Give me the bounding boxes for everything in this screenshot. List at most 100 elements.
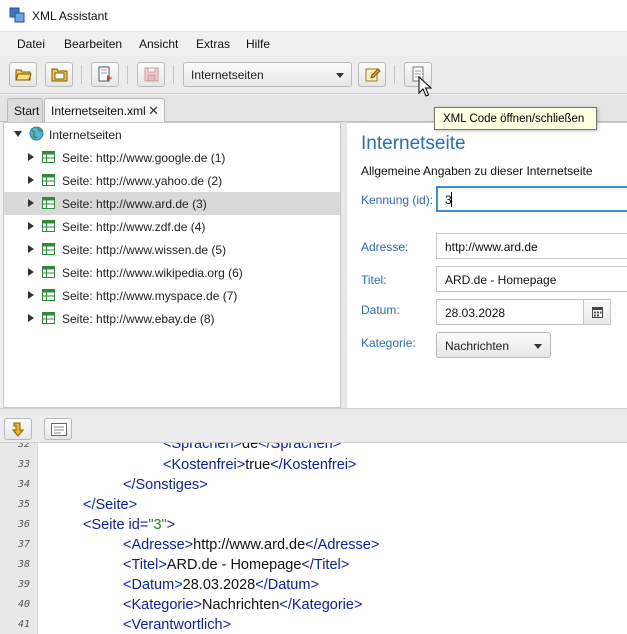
- collapse-arrow-icon[interactable]: [28, 314, 34, 322]
- category-value: Nachrichten: [445, 339, 510, 353]
- title-label: Titel:: [361, 273, 387, 287]
- page-table-icon: [42, 174, 55, 186]
- form-subtitle: Allgemeine Angaben zu dieser Internetsei…: [361, 164, 593, 178]
- menu-extras[interactable]: Extras: [196, 37, 230, 51]
- toolbar-separator: [394, 65, 395, 84]
- tooltip: XML Code öffnen/schließen: [434, 107, 597, 130]
- globe-icon: [29, 126, 44, 141]
- format-button[interactable]: [44, 418, 72, 440]
- collapse-arrow-icon[interactable]: [28, 222, 34, 230]
- line-number: 40: [17, 599, 30, 610]
- expand-arrow-icon[interactable]: [14, 131, 22, 137]
- xml-code-editor[interactable]: 32 33 34 35 36 37 38 39 40 41 <Sprachen>…: [0, 443, 627, 634]
- title-bar: XML Assistant: [0, 0, 627, 32]
- collapse-arrow-icon[interactable]: [28, 245, 34, 253]
- folder-icon: [51, 68, 68, 82]
- date-picker-button[interactable]: [583, 299, 611, 325]
- save-button[interactable]: [137, 62, 165, 87]
- collapse-arrow-icon[interactable]: [28, 268, 34, 276]
- address-label: Adresse:: [361, 240, 409, 254]
- document-type-value: Internetseiten: [191, 68, 264, 82]
- address-input[interactable]: http://www.ard.de: [436, 233, 627, 259]
- code-line: <Kategorie>Nachrichten</Kategorie>: [123, 597, 363, 613]
- line-number: 38: [17, 559, 30, 570]
- category-select[interactable]: Nachrichten: [436, 332, 551, 358]
- tree-item[interactable]: Seite: http://www.yahoo.de (2): [4, 169, 340, 192]
- open-folder-icon: [15, 69, 32, 81]
- code-line: <Titel>ARD.de - Homepage</Titel>: [123, 557, 350, 573]
- menu-ansicht[interactable]: Ansicht: [139, 37, 178, 51]
- page-table-icon: [42, 266, 55, 278]
- tree-item[interactable]: Seite: http://www.wikipedia.org (6): [4, 261, 340, 284]
- tree-item-label: Seite: http://www.yahoo.de (2): [62, 174, 223, 188]
- line-number: 36: [17, 519, 30, 530]
- toolbar-separator: [173, 65, 174, 84]
- tree-root-label: Internetseiten: [49, 128, 122, 142]
- tab-start[interactable]: Start: [7, 98, 43, 122]
- tree-panel: Internetseiten Seite: http://www.google.…: [3, 122, 341, 408]
- save-disk-icon: [144, 67, 159, 82]
- tree-item[interactable]: Seite: http://www.wissen.de (5): [4, 238, 340, 261]
- date-value: 28.03.2028: [445, 306, 506, 320]
- page-table-icon: [42, 151, 55, 163]
- export-button[interactable]: [91, 62, 119, 87]
- tree-item[interactable]: Seite: http://www.ebay.de (8): [4, 307, 340, 330]
- detail-form: Internetseite Allgemeine Angaben zu dies…: [347, 122, 627, 408]
- code-line: <Verantwortlich>: [123, 617, 232, 633]
- open-file-button[interactable]: [9, 62, 37, 87]
- collapse-arrow-icon[interactable]: [28, 291, 34, 299]
- window-title: XML Assistant: [32, 9, 108, 23]
- title-value: ARD.de - Homepage: [445, 273, 557, 287]
- arrow-jump-icon: [12, 422, 25, 437]
- line-number: 32: [17, 443, 30, 450]
- id-label: Kennung (id):: [361, 193, 434, 207]
- line-number: 35: [17, 499, 30, 510]
- tree-item-label: Seite: http://www.ard.de (3): [62, 197, 207, 211]
- code-line: </Sonstiges>: [123, 477, 208, 493]
- edit-button[interactable]: [358, 62, 386, 87]
- form-heading: Internetseite: [361, 133, 466, 154]
- tree-item-label: Seite: http://www.myspace.de (7): [62, 289, 238, 303]
- menu-hilfe[interactable]: Hilfe: [246, 37, 270, 51]
- tree-item-label: Seite: http://www.wissen.de (5): [62, 243, 227, 257]
- collapse-arrow-icon[interactable]: [28, 153, 34, 161]
- category-label: Kategorie:: [361, 336, 416, 350]
- code-line: <Seite id="3">: [83, 517, 176, 533]
- id-input[interactable]: 3: [436, 186, 627, 212]
- code-line: <Kostenfrei>true</Kostenfrei>: [163, 457, 357, 473]
- document-type-select[interactable]: Internetseiten: [183, 62, 352, 87]
- tree-item-selected[interactable]: Seite: http://www.ard.de (3): [4, 192, 340, 215]
- title-input[interactable]: ARD.de - Homepage: [436, 266, 627, 292]
- text-block-icon: [51, 423, 67, 436]
- tree-item[interactable]: Seite: http://www.myspace.de (7): [4, 284, 340, 307]
- tree-root[interactable]: Internetseiten: [4, 123, 340, 145]
- tree-item[interactable]: Seite: http://www.zdf.de (4): [4, 215, 340, 238]
- toolbar: Internetseiten: [0, 56, 627, 94]
- tab-label: Start: [14, 104, 40, 118]
- horizontal-splitter[interactable]: [0, 408, 627, 415]
- menu-datei[interactable]: Datei: [17, 37, 45, 51]
- code-toolbar: [0, 415, 627, 443]
- mouse-cursor-icon: [418, 76, 432, 97]
- line-number: 34: [17, 479, 30, 490]
- open-folder-button[interactable]: [45, 62, 73, 87]
- tab-internetseiten-xml[interactable]: Internetseiten.xml ✕: [44, 98, 165, 122]
- close-icon[interactable]: ✕: [148, 103, 159, 119]
- chevron-down-icon: [336, 73, 344, 78]
- date-input[interactable]: 28.03.2028: [436, 299, 584, 325]
- edit-pencil-icon: [365, 68, 381, 82]
- code-line: <Adresse>http://www.ard.de</Adresse>: [123, 537, 380, 553]
- address-value: http://www.ard.de: [445, 240, 538, 254]
- code-line: <Sprachen>de</Sprachen>: [163, 443, 342, 452]
- menu-bar: Datei Bearbeiten Ansicht Extras Hilfe: [0, 33, 627, 55]
- jump-button[interactable]: [4, 418, 32, 440]
- collapse-arrow-icon[interactable]: [28, 176, 34, 184]
- line-number: 39: [17, 579, 30, 590]
- date-label: Datum:: [361, 303, 400, 317]
- page-table-icon: [42, 197, 55, 209]
- collapse-arrow-icon[interactable]: [28, 199, 34, 207]
- line-number-gutter: 32 33 34 35 36 37 38 39 40 41: [0, 443, 38, 634]
- tree-item-label: Seite: http://www.ebay.de (8): [62, 312, 215, 326]
- tree-item[interactable]: Seite: http://www.google.de (1): [4, 146, 340, 169]
- menu-bearbeiten[interactable]: Bearbeiten: [64, 37, 122, 51]
